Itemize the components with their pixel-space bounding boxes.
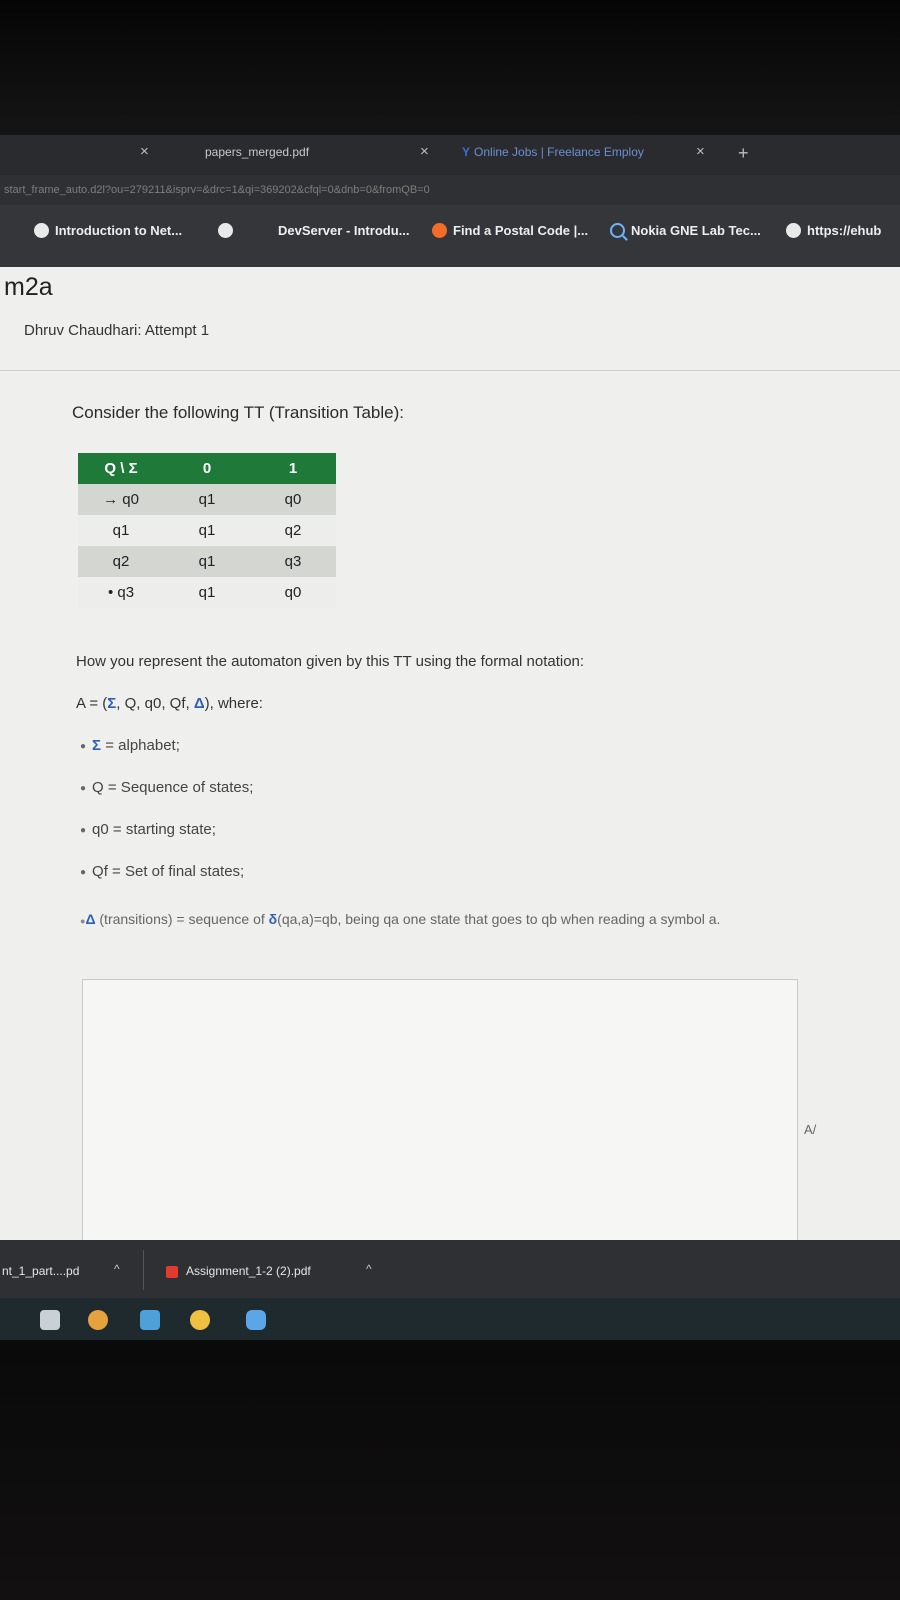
quiz-page: m2a Dhruv Chaudhari: Attempt 1 Consider … [0, 267, 900, 1265]
download-item-1[interactable]: nt_1_part....pd [2, 1264, 79, 1278]
downloads-bar: nt_1_part....pd ^ Assignment_1-2 (2).pdf… [0, 1240, 900, 1298]
formal-suffix: ), where: [204, 695, 263, 712]
close-tab-icon[interactable]: × [140, 143, 149, 160]
definition-text: (qa,a)=qb, being qa one state that goes … [277, 911, 721, 927]
table-cell: q3 [250, 546, 336, 577]
screen-top-bezel [0, 0, 900, 135]
bookmark-label: Introduction to Net... [55, 223, 183, 238]
new-tab-button[interactable]: + [738, 143, 749, 164]
table-cell: q2 [78, 546, 164, 577]
download-item-2[interactable]: Assignment_1-2 (2).pdf [166, 1264, 311, 1278]
divider [143, 1250, 144, 1290]
course-title: m2a [4, 273, 53, 301]
table-cell: q2 [250, 515, 336, 546]
table-cell: → q0 [78, 484, 164, 515]
table-header-row: Q \ Σ 0 1 [78, 453, 336, 484]
answer-textarea[interactable] [82, 979, 798, 1265]
close-tab-icon[interactable]: × [420, 143, 429, 160]
chevron-up-icon[interactable]: ^ [366, 1262, 372, 1276]
table-cell: q0 [250, 484, 336, 515]
definition-text: q0 = starting state; [92, 821, 216, 838]
table-row: q2 q1 q3 [78, 546, 336, 577]
table-header-cell: 1 [250, 453, 336, 484]
table-cell: q1 [164, 484, 250, 515]
table-header-cell: Q \ Σ [78, 453, 164, 484]
pdf-icon [166, 1265, 178, 1278]
formal-prefix: A = ( [76, 695, 108, 712]
small-delta-symbol: δ [268, 911, 278, 927]
table-row: → q0 q1 q0 [78, 484, 336, 515]
table-cell: q0 [250, 577, 336, 608]
os-taskbar [0, 1298, 900, 1340]
bullet-icon: ● [80, 866, 87, 878]
table-cell: q1 [164, 546, 250, 577]
definition-final: ● Qf = Set of final states; [80, 863, 244, 880]
table-row: • q3 q1 q0 [78, 577, 336, 608]
bullet-icon: ● [80, 782, 87, 794]
formal-notation: A = (Σ, Q, q0, Qf, Δ), where: [76, 695, 263, 712]
delta-symbol: Δ [85, 911, 96, 927]
bullet-icon: ● [80, 824, 87, 836]
bookmark-nokia[interactable]: Nokia GNE Lab Tec... [610, 223, 761, 238]
definition-text: = alphabet; [101, 737, 180, 754]
table-header-cell: 0 [164, 453, 250, 484]
search-icon [610, 223, 625, 238]
tab-online-jobs[interactable]: Y Online Jobs | Freelance Employ [462, 145, 644, 159]
transition-table: Q \ Σ 0 1 → q0 q1 q0 q1 q1 q2 q2 q1 q3 •… [78, 453, 336, 608]
freelancer-logo-icon: Y [462, 145, 471, 159]
definition-text: Q = Sequence of states; [92, 779, 254, 796]
site-icon [432, 223, 447, 238]
bookmark-postal-code[interactable]: Find a Postal Code |... [432, 223, 588, 238]
divider [0, 370, 900, 371]
bookmark-blank[interactable] [218, 223, 233, 238]
bookmarks-bar: Introduction to Net... DevServer - Intro… [0, 205, 900, 267]
table-cell: q1 [164, 577, 250, 608]
bookmark-devserver[interactable]: DevServer - Introdu... [278, 223, 409, 238]
browser-tab-bar: × papers_merged.pdf × Y Online Jobs | Fre… [0, 135, 900, 175]
question-prompt: How you represent the automaton given by… [76, 653, 585, 670]
close-tab-icon[interactable]: × [696, 143, 705, 160]
screen-bottom-bezel [0, 1340, 900, 1600]
site-icon [218, 223, 233, 238]
attempt-label: Dhruv Chaudhari: Attempt 1 [24, 322, 210, 339]
table-cell: q1 [164, 515, 250, 546]
definition-transitions: ●Δ (transitions) = sequence of δ(qa,a)=q… [80, 910, 800, 930]
site-icon [34, 223, 49, 238]
tab-papers-merged[interactable]: papers_merged.pdf [205, 145, 309, 159]
bookmark-label: Find a Postal Code |... [453, 223, 589, 238]
definition-states: ● Q = Sequence of states; [80, 779, 253, 796]
app-icon[interactable] [40, 1310, 60, 1330]
definition-start: ● q0 = starting state; [80, 821, 216, 838]
bookmark-ehub[interactable]: https://ehub [786, 223, 881, 238]
definition-text: (transitions) = sequence of [95, 911, 269, 927]
delta-symbol: Δ [193, 695, 205, 712]
definition-alphabet: ● Σ = alphabet; [80, 737, 180, 754]
app-icon[interactable] [88, 1310, 108, 1330]
bookmark-label: https://ehub [807, 223, 882, 238]
chevron-up-icon[interactable]: ^ [114, 1262, 120, 1276]
spellcheck-icon[interactable]: A/ [804, 1122, 816, 1137]
bookmark-label: Nokia GNE Lab Tec... [631, 223, 761, 238]
tab-online-jobs-label: Online Jobs | Freelance Employ [474, 145, 644, 159]
app-icon[interactable] [140, 1310, 160, 1330]
definition-text: Qf = Set of final states; [92, 863, 245, 880]
table-row: q1 q1 q2 [78, 515, 336, 546]
bookmark-label: DevServer - Introdu... [278, 223, 410, 238]
sigma-symbol: Σ [107, 695, 117, 712]
app-icon[interactable] [246, 1310, 266, 1330]
bullet-icon: ● [80, 740, 87, 752]
address-bar[interactable]: start_frame_auto.d2l?ou=279211&isprv=&dr… [0, 175, 900, 205]
formal-middle: , Q, q0, Qf, [116, 695, 194, 712]
sigma-symbol: Σ [92, 737, 102, 754]
app-icon[interactable] [190, 1310, 210, 1330]
download-label: Assignment_1-2 (2).pdf [186, 1264, 311, 1278]
table-cell: • q3 [78, 577, 164, 608]
bookmark-introduction[interactable]: Introduction to Net... [34, 223, 182, 238]
table-cell: q1 [78, 515, 164, 546]
site-icon [786, 223, 801, 238]
question-text: Consider the following TT (Transition Ta… [72, 403, 404, 422]
